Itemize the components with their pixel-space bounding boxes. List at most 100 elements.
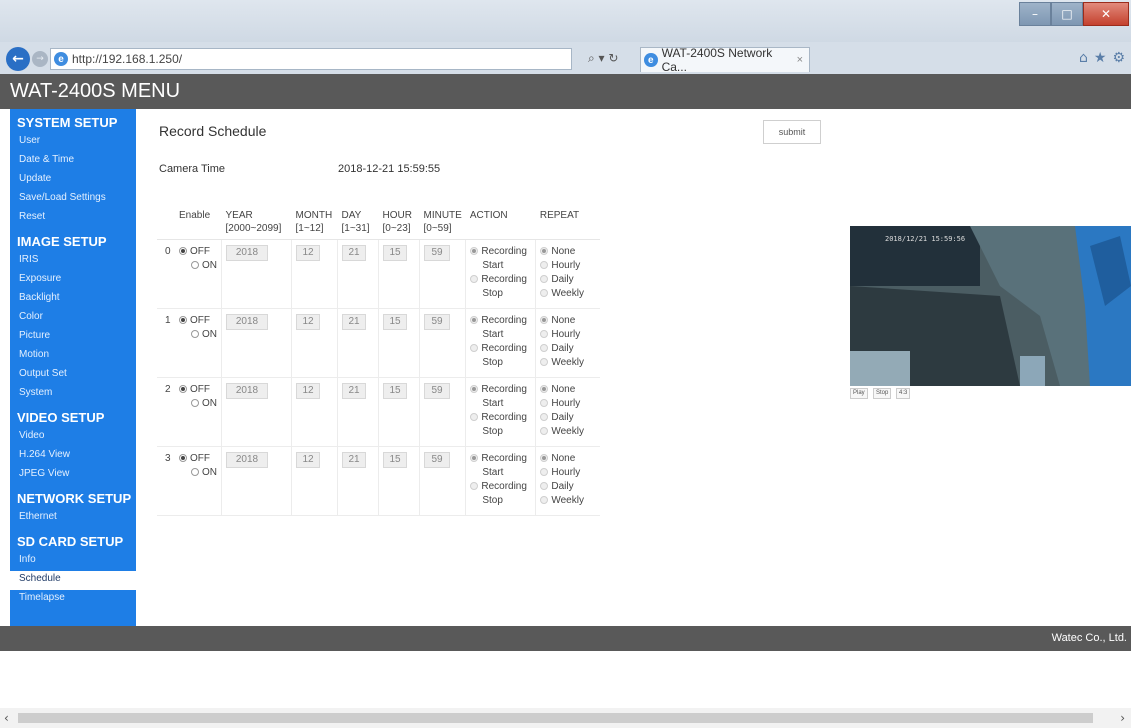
repeat-none-radio[interactable]: None (540, 452, 596, 466)
minimize-icon[interactable]: – (1019, 2, 1051, 26)
stop-button[interactable]: Stop (873, 388, 892, 399)
repeat-daily-radio[interactable]: Daily (540, 411, 596, 425)
repeat-weekly-radio[interactable]: Weekly (540, 494, 596, 508)
sidebar-item-update[interactable]: Update (10, 171, 136, 190)
sidebar-item-exposure[interactable]: Exposure (10, 271, 136, 290)
year-input[interactable]: 2018 (226, 245, 268, 261)
repeat-hourly-radio[interactable]: Hourly (540, 466, 596, 480)
repeat-hourly-radio[interactable]: Hourly (540, 259, 596, 273)
sidebar-item-iris[interactable]: IRIS (10, 252, 136, 271)
sidebar-section-title: VIDEO SETUP (17, 410, 105, 425)
sidebar-item-output-set[interactable]: Output Set (10, 366, 136, 385)
repeat-none-radio[interactable]: None (540, 245, 596, 259)
day-input[interactable]: 21 (342, 452, 366, 468)
action-recording-stop-radio[interactable]: Recording (470, 273, 531, 287)
sidebar-item-h-264-view[interactable]: H.264 View (10, 447, 136, 466)
radio-icon (540, 482, 549, 491)
sidebar-item-schedule[interactable]: Schedule (10, 571, 136, 590)
horizontal-scrollbar[interactable]: ‹ › (0, 708, 1131, 728)
aspect-ratio-button[interactable]: 4:3 (896, 388, 911, 399)
repeat-none-radio[interactable]: None (540, 314, 596, 328)
sidebar-item-motion[interactable]: Motion (10, 347, 136, 366)
repeat-hourly-radio[interactable]: Hourly (540, 397, 596, 411)
repeat-daily-radio[interactable]: Daily (540, 480, 596, 494)
repeat-daily-radio[interactable]: Daily (540, 273, 596, 287)
month-input[interactable]: 12 (296, 245, 320, 261)
radio-icon (191, 330, 199, 339)
enable-on-radio[interactable]: ON (179, 328, 217, 342)
favorites-star-icon[interactable]: ★ (1094, 50, 1107, 66)
scroll-right-icon[interactable]: › (1120, 711, 1125, 725)
sidebar-item-picture[interactable]: Picture (10, 328, 136, 347)
hour-input[interactable]: 15 (383, 452, 407, 468)
minute-input[interactable]: 59 (424, 452, 450, 468)
enable-off-radio[interactable]: OFF (179, 314, 217, 328)
minute-input[interactable]: 59 (424, 245, 450, 261)
enable-on-radio[interactable]: ON (179, 259, 217, 273)
radio-icon (540, 344, 549, 353)
action-recording-start-radio[interactable]: Recording (470, 314, 531, 328)
sidebar-item-system[interactable]: System (10, 385, 136, 404)
sidebar-item-date-time[interactable]: Date & Time (10, 152, 136, 171)
repeat-daily-radio[interactable]: Daily (540, 342, 596, 356)
day-input[interactable]: 21 (342, 314, 366, 330)
camera-time-label: Camera Time (159, 163, 226, 175)
home-icon[interactable]: ⌂ (1079, 50, 1088, 66)
year-input[interactable]: 2018 (226, 314, 268, 330)
scroll-left-icon[interactable]: ‹ (4, 711, 9, 725)
day-input[interactable]: 21 (342, 245, 366, 261)
sidebar-item-info[interactable]: Info (10, 552, 136, 571)
day-input[interactable]: 21 (342, 383, 366, 399)
maximize-icon[interactable]: □ (1051, 2, 1083, 26)
sidebar-item-ethernet[interactable]: Ethernet (10, 509, 136, 528)
hour-input[interactable]: 15 (383, 245, 407, 261)
enable-off-radio[interactable]: OFF (179, 245, 217, 259)
action-recording-stop-radio[interactable]: Recording (470, 411, 531, 425)
sidebar-item-jpeg-view[interactable]: JPEG View (10, 466, 136, 485)
hour-input[interactable]: 15 (383, 314, 407, 330)
minute-input[interactable]: 59 (424, 314, 450, 330)
sidebar-item-backlight[interactable]: Backlight (10, 290, 136, 309)
radio-selected-icon (470, 316, 479, 325)
play-button[interactable]: Play (850, 388, 868, 399)
hour-input[interactable]: 15 (383, 383, 407, 399)
sidebar-item-user[interactable]: User (10, 133, 136, 152)
repeat-weekly-radio[interactable]: Weekly (540, 425, 596, 439)
tab-close-icon[interactable]: × (797, 54, 803, 66)
month-input[interactable]: 12 (296, 314, 320, 330)
action-recording-stop-radio[interactable]: Recording (470, 342, 531, 356)
repeat-none-radio[interactable]: None (540, 383, 596, 397)
action-recording-start-radio[interactable]: Recording (470, 245, 531, 259)
sidebar-item-timelapse[interactable]: Timelapse (10, 590, 136, 609)
close-icon[interactable]: ✕ (1083, 2, 1129, 26)
sidebar-item-video[interactable]: Video (10, 428, 136, 447)
action-recording-start-radio[interactable]: Recording (470, 452, 531, 466)
month-input[interactable]: 12 (296, 452, 320, 468)
settings-gear-icon[interactable]: ⚙ (1112, 50, 1125, 66)
search-refresh-icons[interactable]: ⌕ ▾ ↻ (588, 51, 618, 66)
enable-on-radio[interactable]: ON (179, 466, 217, 480)
action-recording-start-radio[interactable]: Recording (470, 383, 531, 397)
back-arrow-icon[interactable]: ← (6, 47, 30, 71)
sidebar-item-save-load-settings[interactable]: Save/Load Settings (10, 190, 136, 209)
repeat-hourly-radio[interactable]: Hourly (540, 328, 596, 342)
minute-cell: 59 (419, 308, 467, 378)
submit-button[interactable]: submit (763, 120, 821, 144)
recording-stop-label-line2: Stop (482, 288, 503, 299)
month-input[interactable]: 12 (296, 383, 320, 399)
sidebar-item-color[interactable]: Color (10, 309, 136, 328)
address-bar[interactable]: e http://192.168.1.250/ (50, 48, 572, 70)
forward-arrow-icon[interactable]: → (32, 51, 48, 67)
action-recording-stop-radio[interactable]: Recording (470, 480, 531, 494)
scrollbar-thumb[interactable] (18, 713, 1093, 723)
enable-on-radio[interactable]: ON (179, 397, 217, 411)
year-input[interactable]: 2018 (226, 452, 268, 468)
minute-input[interactable]: 59 (424, 383, 450, 399)
repeat-weekly-radio[interactable]: Weekly (540, 356, 596, 370)
browser-tab[interactable]: e WAT-2400S Network Ca... × (640, 46, 810, 74)
repeat-weekly-radio[interactable]: Weekly (540, 287, 596, 301)
sidebar-item-reset[interactable]: Reset (10, 209, 136, 228)
enable-off-radio[interactable]: OFF (179, 452, 217, 466)
year-input[interactable]: 2018 (226, 383, 268, 399)
enable-off-radio[interactable]: OFF (179, 383, 217, 397)
